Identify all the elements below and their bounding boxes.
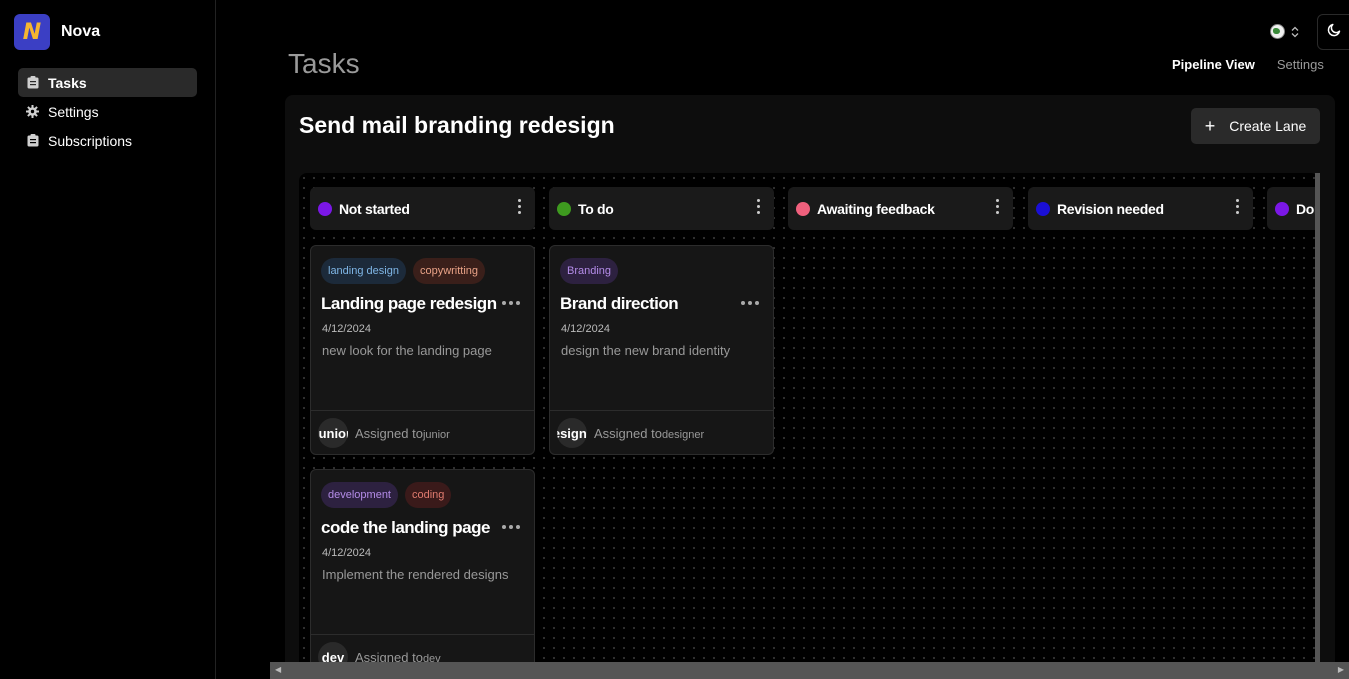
tag: copywritting xyxy=(412,258,486,284)
lane-header-done[interactable]: Don xyxy=(1267,187,1319,230)
lane-color-dot xyxy=(557,201,571,216)
pipeline-title: Send mail branding redesign xyxy=(299,112,615,138)
more-horizontal-icon[interactable] xyxy=(502,525,520,529)
assignee-name: designer xyxy=(661,428,705,441)
card-title: Landing page redesign xyxy=(321,294,497,313)
tag: Branding xyxy=(560,258,619,284)
brand[interactable]: N Nova xyxy=(14,14,100,50)
chevron-updown-icon xyxy=(1291,26,1299,38)
lane-name: To do xyxy=(578,200,614,217)
sidebar-item-label: Tasks xyxy=(48,74,87,91)
card-description: Implement the rendered designs xyxy=(322,567,509,582)
tag-list: Branding xyxy=(560,258,619,284)
app-root: N Nova Tasks Settings Subscriptions Task… xyxy=(0,0,1349,679)
globe-icon xyxy=(1270,24,1285,39)
scroll-left-icon[interactable]: ◀ xyxy=(275,665,281,674)
more-vertical-icon[interactable] xyxy=(757,199,760,214)
tag: landing design xyxy=(321,258,406,284)
avatar: junior xyxy=(318,418,348,448)
sidebar-item-tasks[interactable]: Tasks xyxy=(18,68,197,97)
tag-list: development coding xyxy=(321,482,452,508)
lane-header-awaiting-feedback[interactable]: Awaiting feedback xyxy=(788,187,1013,230)
tag: development xyxy=(321,482,398,508)
more-vertical-icon[interactable] xyxy=(518,199,521,214)
lane-color-dot xyxy=(796,201,810,216)
gear-icon xyxy=(26,105,39,118)
assigned-label: Assigned tojunior xyxy=(355,426,450,441)
sidebar-item-settings[interactable]: Settings xyxy=(18,97,197,126)
lane-header-revision-needed[interactable]: Revision needed xyxy=(1028,187,1253,230)
card-footer: designer Assigned todesigner xyxy=(550,410,773,455)
board-vertical-scrollbar[interactable] xyxy=(1315,173,1320,663)
create-lane-label: Create Lane xyxy=(1229,118,1307,134)
card-date: 4/12/2024 xyxy=(561,323,610,335)
sidebar-item-label: Settings xyxy=(48,103,99,120)
theme-toggle-button[interactable] xyxy=(1317,14,1349,50)
logo: N xyxy=(14,14,50,50)
assignee-name: junior xyxy=(422,428,450,441)
language-selector[interactable] xyxy=(1270,24,1299,39)
card-footer: junior Assigned tojunior xyxy=(311,410,534,455)
avatar: designer xyxy=(557,418,587,448)
clipboard-icon xyxy=(26,134,39,147)
card-description: new look for the landing page xyxy=(322,343,492,358)
lane-header-to-do[interactable]: To do xyxy=(549,187,774,230)
tag-list: landing design copywritting xyxy=(321,258,486,284)
lane-name: Revision needed xyxy=(1057,200,1164,217)
lane-header-not-started[interactable]: Not started xyxy=(310,187,535,230)
sidebar: N Nova Tasks Settings Subscriptions xyxy=(0,0,216,679)
lane-color-dot xyxy=(1036,201,1050,216)
page-title: Tasks xyxy=(288,48,360,79)
task-card[interactable]: development coding code the landing page… xyxy=(310,469,535,673)
create-lane-button[interactable]: + Create Lane xyxy=(1191,108,1320,144)
brand-name: Nova xyxy=(61,23,101,40)
pipeline-board[interactable]: Not started To do Awaiting feedback Revi… xyxy=(299,173,1319,673)
more-vertical-icon[interactable] xyxy=(996,199,999,214)
plus-icon: + xyxy=(1204,116,1216,136)
card-date: 4/12/2024 xyxy=(322,323,371,335)
lane-name: Awaiting feedback xyxy=(817,200,935,217)
card-date: 4/12/2024 xyxy=(322,547,371,559)
card-title: code the landing page xyxy=(321,518,490,537)
moon-icon xyxy=(1327,22,1342,42)
tag: coding xyxy=(405,482,452,508)
scroll-right-icon[interactable]: ▶ xyxy=(1338,665,1344,674)
pipeline-panel: Send mail branding redesign + Create Lan… xyxy=(285,95,1335,679)
tab-settings[interactable]: Settings xyxy=(1277,57,1324,72)
lane-name: Not started xyxy=(339,200,410,217)
horizontal-scrollbar[interactable]: ◀ ▶ xyxy=(270,662,1349,679)
clipboard-icon xyxy=(26,76,39,89)
sidebar-item-label: Subscriptions xyxy=(48,132,133,149)
view-tabs: Pipeline View Settings xyxy=(1172,57,1324,72)
sidebar-nav: Tasks Settings Subscriptions xyxy=(18,68,197,155)
task-card[interactable]: landing design copywritting Landing page… xyxy=(310,245,535,455)
lane-color-dot xyxy=(1275,201,1289,216)
assigned-label: Assigned todesigner xyxy=(594,426,704,441)
tab-pipeline-view[interactable]: Pipeline View xyxy=(1172,57,1255,72)
task-card[interactable]: Branding Brand direction 4/12/2024 desig… xyxy=(549,245,774,455)
more-horizontal-icon[interactable] xyxy=(502,301,520,305)
assigned-prefix: Assigned to xyxy=(355,425,423,441)
card-title: Brand direction xyxy=(560,294,679,313)
sidebar-item-subscriptions[interactable]: Subscriptions xyxy=(18,126,197,155)
more-vertical-icon[interactable] xyxy=(1236,199,1239,214)
assigned-prefix: Assigned to xyxy=(594,425,662,441)
card-description: design the new brand identity xyxy=(561,343,731,358)
lane-color-dot xyxy=(318,201,332,216)
more-horizontal-icon[interactable] xyxy=(741,301,759,305)
